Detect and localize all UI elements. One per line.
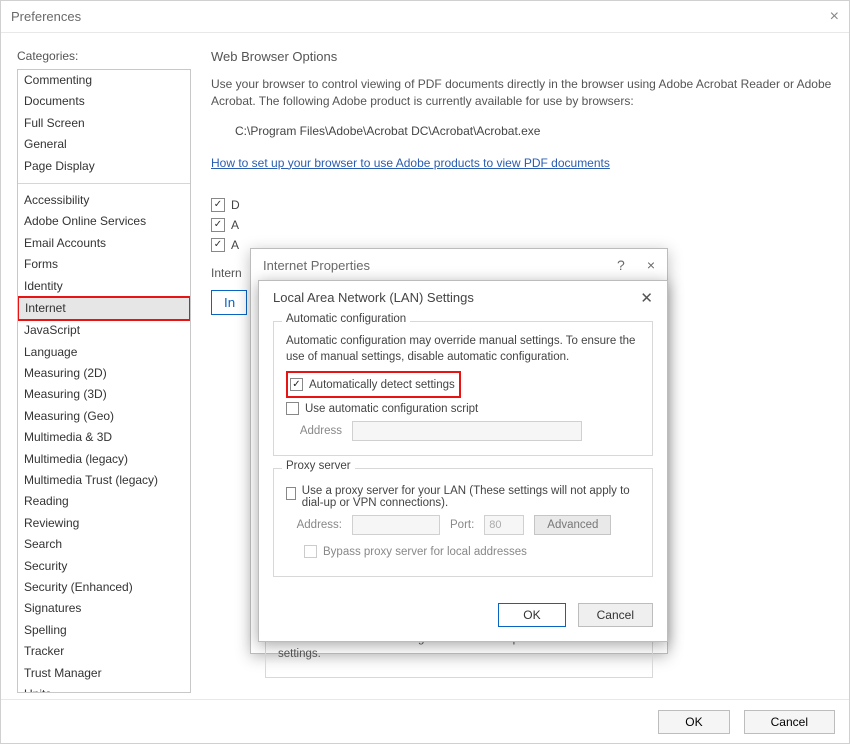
sidebar-item-measuring-geo-[interactable]: Measuring (Geo) [18, 406, 190, 427]
sidebar-item-reading[interactable]: Reading [18, 491, 190, 512]
sidebar-item-multimedia-3d[interactable]: Multimedia & 3D [18, 427, 190, 448]
address-label: Address [286, 425, 342, 437]
auto-config-fieldset: Automatic configuration Automatic config… [273, 321, 653, 456]
internet-properties-titlebar: Internet Properties ? × [251, 249, 667, 281]
sidebar-item-measuring-3d-[interactable]: Measuring (3D) [18, 384, 190, 405]
lan-body: Automatic configuration Automatic config… [259, 315, 667, 603]
cancel-button[interactable]: Cancel [744, 710, 835, 734]
sidebar-item-javascript[interactable]: JavaScript [18, 320, 190, 341]
sidebar-item-adobe-online-services[interactable]: Adobe Online Services [18, 211, 190, 232]
port-label: Port: [450, 519, 474, 531]
product-path: C:\Program Files\Adobe\Acrobat DC\Acroba… [211, 124, 833, 138]
section-title: Web Browser Options [211, 49, 833, 64]
categories-label: Categories: [17, 49, 191, 63]
sidebar-item-identity[interactable]: Identity [18, 276, 190, 297]
auto-script-address-input [352, 421, 582, 441]
categories-list[interactable]: CommentingDocumentsFull ScreenGeneralPag… [17, 69, 191, 693]
ok-button[interactable]: OK [498, 603, 565, 627]
sidebar-item-security-enhanced-[interactable]: Security (Enhanced) [18, 577, 190, 598]
checkbox-icon[interactable] [211, 218, 225, 232]
sidebar-item-multimedia-trust-legacy-[interactable]: Multimedia Trust (legacy) [18, 470, 190, 491]
checkbox-icon[interactable] [290, 378, 303, 391]
use-proxy-checkbox-row[interactable]: Use a proxy server for your LAN (These s… [286, 485, 640, 509]
auto-config-title: Automatic configuration [282, 313, 410, 325]
categories-panel: Categories: CommentingDocumentsFull Scre… [17, 49, 191, 683]
auto-detect-highlight: Automatically detect settings [286, 371, 461, 398]
internet-settings-button[interactable]: In [211, 290, 247, 315]
sidebar-item-reviewing[interactable]: Reviewing [18, 513, 190, 534]
bypass-label: Bypass proxy server for local addresses [323, 546, 527, 558]
sidebar-item-signatures[interactable]: Signatures [18, 598, 190, 619]
close-icon[interactable]: ✕ [640, 289, 653, 307]
bypass-checkbox-row: Bypass proxy server for local addresses [304, 545, 640, 558]
auto-detect-checkbox-row[interactable]: Automatically detect settings [290, 378, 455, 391]
auto-config-desc: Automatic configuration may override man… [286, 334, 640, 365]
proxy-address-input [352, 515, 440, 535]
sidebar-item-commenting[interactable]: Commenting [18, 70, 190, 91]
check-row-2[interactable]: A [211, 218, 833, 232]
use-proxy-label: Use a proxy server for your LAN (These s… [302, 485, 640, 509]
sidebar-item-full-screen[interactable]: Full Screen [18, 113, 190, 134]
preferences-title: Preferences [11, 9, 81, 24]
lan-settings-dialog: Local Area Network (LAN) Settings ✕ Auto… [258, 280, 668, 642]
help-icon[interactable]: ? [617, 257, 625, 273]
proxy-title: Proxy server [282, 460, 355, 472]
check-row-1[interactable]: D [211, 198, 833, 212]
cancel-button[interactable]: Cancel [578, 603, 653, 627]
auto-script-label: Use automatic configuration script [305, 403, 478, 415]
proxy-fieldset: Proxy server Use a proxy server for your… [273, 468, 653, 577]
sidebar-item-page-display[interactable]: Page Display [18, 156, 190, 177]
proxy-port-input [484, 515, 524, 535]
checkbox-icon[interactable] [286, 487, 296, 500]
sidebar-item-spelling[interactable]: Spelling [18, 620, 190, 641]
lan-titlebar: Local Area Network (LAN) Settings ✕ [259, 281, 667, 315]
internet-properties-title: Internet Properties [263, 258, 370, 273]
sidebar-item-multimedia-legacy-[interactable]: Multimedia (legacy) [18, 449, 190, 470]
help-link[interactable]: How to set up your browser to use Adobe … [211, 156, 610, 170]
sidebar-item-internet[interactable]: Internet [17, 296, 191, 321]
preferences-titlebar: Preferences × [1, 1, 849, 33]
sidebar-item-units[interactable]: Units [18, 684, 190, 693]
browser-para: Use your browser to control viewing of P… [211, 76, 833, 110]
lan-footer: OK Cancel [259, 603, 667, 641]
checkbox-icon[interactable] [286, 402, 299, 415]
sidebar-item-security[interactable]: Security [18, 556, 190, 577]
proxy-address-row: Address: Port: Advanced [286, 515, 640, 535]
proxy-address-label: Address: [286, 519, 342, 531]
checkbox-icon[interactable] [211, 238, 225, 252]
ok-button[interactable]: OK [658, 710, 729, 734]
sidebar-item-email-accounts[interactable]: Email Accounts [18, 233, 190, 254]
sidebar-item-search[interactable]: Search [18, 534, 190, 555]
preferences-footer: OK Cancel [1, 699, 849, 743]
sidebar-item-forms[interactable]: Forms [18, 254, 190, 275]
sidebar-item-accessibility[interactable]: Accessibility [18, 190, 190, 211]
sidebar-item-language[interactable]: Language [18, 342, 190, 363]
divider [18, 183, 190, 184]
lan-title: Local Area Network (LAN) Settings [273, 290, 474, 305]
sidebar-item-measuring-2d-[interactable]: Measuring (2D) [18, 363, 190, 384]
checkbox-icon [304, 545, 317, 558]
sidebar-item-general[interactable]: General [18, 134, 190, 155]
auto-script-checkbox-row[interactable]: Use automatic configuration script [286, 402, 640, 415]
sidebar-item-documents[interactable]: Documents [18, 91, 190, 112]
sidebar-item-tracker[interactable]: Tracker [18, 641, 190, 662]
checkbox-icon[interactable] [211, 198, 225, 212]
auto-detect-label: Automatically detect settings [309, 379, 455, 391]
close-icon[interactable]: × [647, 257, 655, 273]
auto-script-address-row: Address [286, 421, 640, 441]
sidebar-item-trust-manager[interactable]: Trust Manager [18, 663, 190, 684]
close-icon[interactable]: × [830, 8, 839, 26]
advanced-button: Advanced [534, 515, 611, 535]
